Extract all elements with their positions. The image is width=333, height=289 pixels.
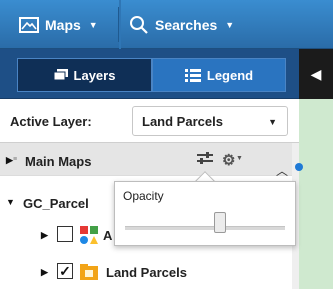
- maps-label: Maps: [45, 16, 81, 33]
- panel-tabbar: Layers Legend: [0, 49, 333, 99]
- tree-item-label: A: [103, 228, 113, 243]
- maps-menu-button[interactable]: Maps ▼: [11, 7, 119, 42]
- top-toolbar: Maps ▼ Searches ▼: [0, 0, 333, 49]
- tab-layers-label: Layers: [73, 67, 116, 83]
- tree-item-label: Main Maps: [25, 154, 92, 169]
- chevron-down-icon: ▼: [236, 155, 243, 162]
- tree-item-label: GC_Parcel: [23, 196, 89, 211]
- opacity-popup: Opacity: [114, 181, 296, 246]
- expand-down-icon[interactable]: ▼: [6, 197, 15, 207]
- settings-sliders-icon[interactable]: [196, 150, 214, 169]
- collapse-panel-button[interactable]: ◀: [299, 49, 333, 99]
- chevron-down-icon: ▼: [225, 19, 235, 30]
- tree-item-land-parcels[interactable]: ▶ ✓ Land Parcels: [0, 256, 292, 289]
- active-layer-select[interactable]: Land Parcels ▼: [132, 106, 288, 136]
- tab-legend-label: Legend: [206, 67, 254, 83]
- chevron-down-icon: ▼: [88, 19, 98, 30]
- tab-legend[interactable]: Legend: [152, 58, 286, 92]
- chevron-down-icon: ▼: [268, 117, 277, 127]
- folder-layer-icon: [80, 263, 98, 281]
- list-small-icon: ≡: [13, 156, 18, 163]
- tree-item-main-maps[interactable]: ▶ ≡ Main Maps ⚙ ▼: [0, 143, 292, 176]
- gear-icon[interactable]: ⚙: [222, 151, 235, 169]
- search-icon: [130, 15, 148, 34]
- layer-visibility-checkbox[interactable]: [57, 226, 73, 242]
- tree-item-label: Land Parcels: [106, 265, 187, 280]
- scroll-up-icon[interactable]: ︿: [276, 162, 292, 179]
- symbology-icon: [80, 226, 98, 244]
- list-icon: [184, 68, 201, 82]
- active-layer-value: Land Parcels: [142, 113, 223, 129]
- chevron-left-icon: ◀: [310, 65, 322, 82]
- searches-menu-button[interactable]: Searches ▼: [121, 7, 246, 42]
- active-layer-label: Active Layer:: [10, 114, 92, 129]
- opacity-slider-track[interactable]: [125, 226, 285, 230]
- map-marker-icon: [295, 163, 303, 171]
- opacity-slider-handle[interactable]: [213, 212, 226, 233]
- searches-label: Searches: [155, 16, 218, 33]
- expand-right-icon[interactable]: ▶: [41, 230, 48, 241]
- map-icon: [19, 16, 39, 33]
- active-layer-row: Active Layer: Land Parcels ▼: [0, 99, 299, 143]
- tab-layers[interactable]: Layers: [17, 58, 152, 92]
- opacity-label: Opacity: [123, 189, 164, 203]
- layer-visibility-checkbox[interactable]: ✓: [57, 263, 73, 279]
- expand-right-icon[interactable]: ▶: [6, 155, 13, 166]
- layers-icon: [53, 69, 68, 81]
- expand-right-icon[interactable]: ▶: [41, 267, 48, 278]
- map-canvas[interactable]: [299, 99, 333, 289]
